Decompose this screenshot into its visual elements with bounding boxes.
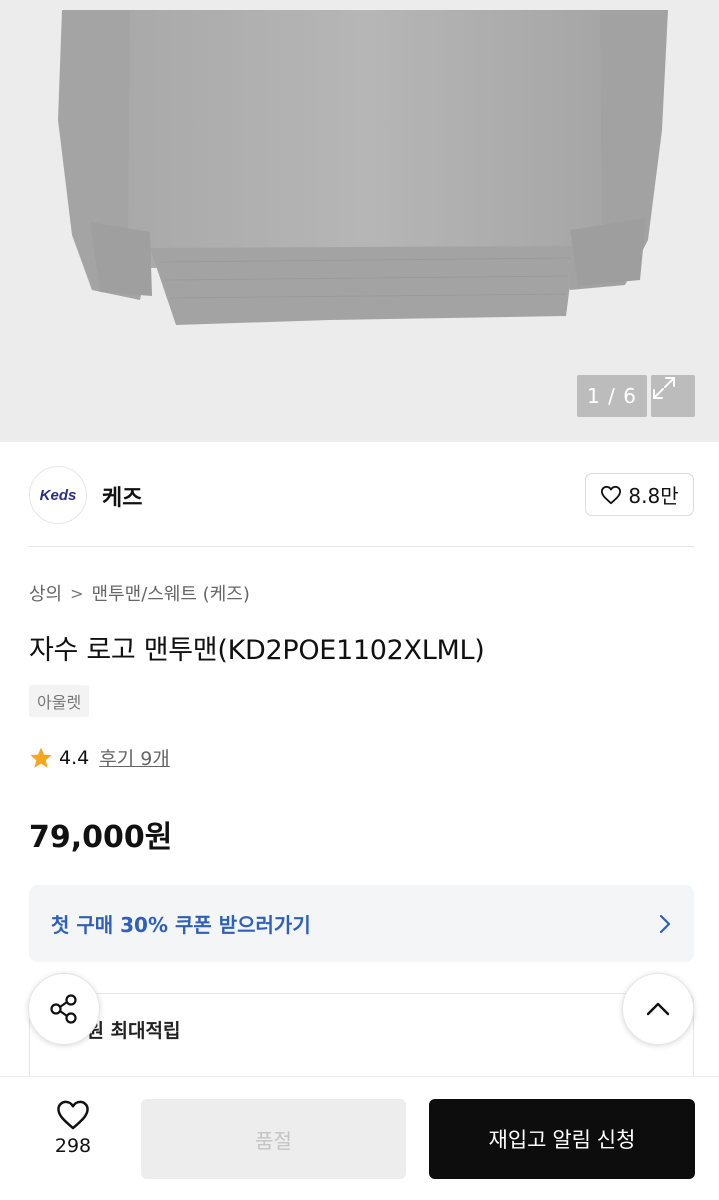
brand-logo-text: Keds: [39, 486, 77, 504]
brand-like-button[interactable]: 8.8만: [585, 473, 694, 516]
expand-icon: [653, 377, 675, 399]
brand-logo[interactable]: Keds: [29, 466, 87, 524]
breadcrumb-separator: >: [70, 583, 84, 603]
chevron-right-icon: [658, 913, 672, 935]
review-link[interactable]: 후기 9개: [99, 744, 170, 771]
scroll-top-button[interactable]: [622, 973, 694, 1045]
divider: [29, 546, 694, 547]
breadcrumb: 상의 > 맨투맨/스웨트 (케즈): [29, 580, 250, 606]
soldout-button: 품절: [141, 1099, 406, 1179]
breadcrumb-item-sweatshirt[interactable]: 맨투맨/스웨트 (케즈): [92, 580, 250, 606]
breadcrumb-item-top[interactable]: 상의: [29, 580, 62, 606]
product-title: 자수 로고 맨투맨(KD2POE1102XLML): [29, 635, 485, 666]
brand-name[interactable]: 케즈: [102, 480, 142, 512]
star-icon: [30, 747, 52, 768]
share-button[interactable]: [28, 973, 100, 1045]
rating: 4.4 후기 9개: [29, 744, 170, 771]
restock-alert-button[interactable]: 재입고 알림 신청: [429, 1099, 695, 1179]
coupon-text: 첫 구매 30% 쿠폰 받으러가기: [51, 913, 311, 937]
bottom-action-bar: 298 품절 재입고 알림 신청: [0, 1076, 719, 1200]
image-counter: 1 / 6: [577, 375, 647, 417]
chevron-up-icon: [646, 1002, 670, 1016]
heart-outline-icon: [601, 485, 622, 504]
price: 79,000원: [29, 820, 173, 855]
heart-outline-icon: [57, 1100, 89, 1130]
share-icon: [50, 994, 77, 1024]
product-image-gallery[interactable]: 1 / 6: [0, 0, 719, 442]
expand-image-button[interactable]: [651, 375, 695, 417]
wish-count: 298: [54, 1135, 92, 1157]
brand-like-count: 8.8만: [628, 484, 679, 508]
wish-button[interactable]: 298: [33, 1099, 113, 1157]
outlet-tag: 아울렛: [29, 685, 90, 717]
brand-row: Keds 케즈 8.8만: [0, 442, 719, 546]
rating-score: 4.4: [59, 746, 90, 769]
coupon-banner[interactable]: 첫 구매 30% 쿠폰 받으러가기: [29, 885, 694, 962]
